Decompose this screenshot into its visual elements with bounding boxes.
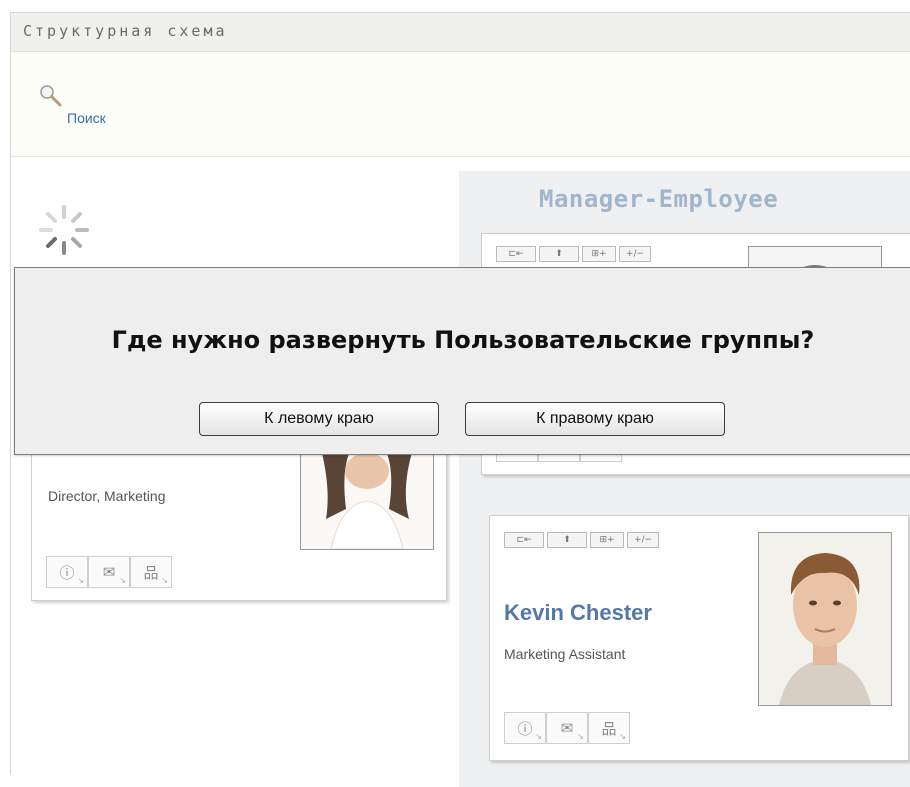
portlet-header: Структурная схема [11,13,910,52]
spinner-icon [39,205,89,255]
collapse-button[interactable]: ⊏⇤ [496,246,536,262]
expand-groups-dialog: Где нужно развернуть Пользовательские гр… [14,267,910,455]
search-bar: Поиск [11,52,910,157]
magnifier-icon[interactable] [39,84,63,108]
org-chart-button[interactable]: 品 ↘ [130,556,172,588]
org-chart-icon: 品 [601,719,617,738]
email-button[interactable]: ✉ ↘ [546,712,588,744]
org-chart-icon: 品 [143,563,159,582]
left-edge-button[interactable]: К левому краю [199,402,439,436]
relationship-pane: Manager-Employee ⊏⇤ ⬆ ⊞+ +/− ⓘ ✉ 品 ⊏⇤ ⬆ … [459,171,910,787]
collapse-button[interactable]: ⊏⇤ [504,532,544,548]
search-link[interactable]: Поиск [67,110,106,126]
employee-card[interactable]: ⊏⇤ ⬆ ⊞+ +/− Kevin Chester Marketing Assi… [489,515,909,761]
manager-photo [300,448,434,550]
email-button[interactable]: ✉ ↘ [88,556,130,588]
employee-name[interactable]: Kevin Chester [504,600,652,626]
toggle-button[interactable]: +/− [619,246,651,262]
relationship-title[interactable]: Manager-Employee [539,185,778,213]
org-chart-button[interactable]: 品 ↘ [588,712,630,744]
info-button[interactable]: ⓘ ↘ [504,712,546,744]
info-button[interactable]: ⓘ ↘ [46,556,88,588]
right-edge-button[interactable]: К правому краю [465,402,725,436]
dialog-question: Где нужно развернуть Пользовательские гр… [111,326,815,354]
employee-role: Marketing Assistant [504,646,626,662]
manager-role: Director, Marketing [48,488,166,504]
up-button[interactable]: ⬆ [539,246,579,262]
card-toolbar-upper: ⊏⇤ ⬆ ⊞+ +/− [496,246,651,262]
info-icon: ⓘ [517,719,533,738]
card-toolbar: ⊏⇤ ⬆ ⊞+ +/− [504,532,659,548]
employee-photo [758,532,892,706]
email-icon: ✉ [560,719,574,737]
employee-action-row: ⓘ ↘ ✉ ↘ 品 ↘ [504,712,630,744]
email-icon: ✉ [102,563,116,581]
manager-action-row: ⓘ ↘ ✉ ↘ 品 ↘ [46,556,172,588]
expand-groups-button[interactable]: ⊞+ [582,246,616,262]
expand-groups-button[interactable]: ⊞+ [590,532,624,548]
up-button[interactable]: ⬆ [547,532,587,548]
portlet-title: Структурная схема [23,22,228,40]
toggle-button[interactable]: +/− [627,532,659,548]
info-icon: ⓘ [59,563,75,582]
manager-card[interactable]: Director, Marketing ⓘ ↘ ✉ ↘ 品 ↘ [31,431,447,601]
